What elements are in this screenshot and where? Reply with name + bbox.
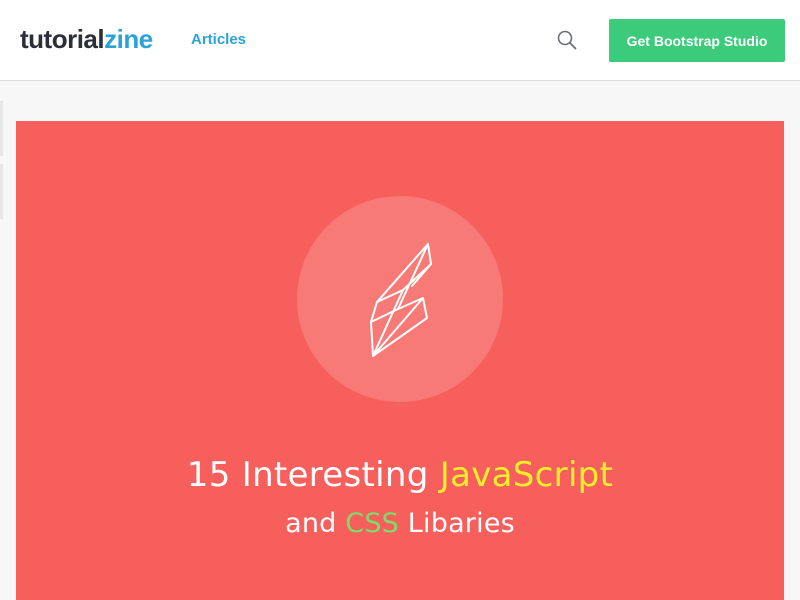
hero-title-highlight: JavaScript [439, 455, 614, 495]
search-icon[interactable] [556, 29, 578, 51]
side-edge-gap [0, 156, 3, 164]
get-bootstrap-studio-button[interactable]: Get Bootstrap Studio [609, 19, 785, 62]
logo-text-zine: zine [104, 24, 153, 54]
hero-banner[interactable]: 15 Interesting JavaScript and CSS Libari… [16, 121, 784, 600]
hero-subtitle-prefix: and [285, 508, 346, 539]
top-navbar: tutorialzine Articles Get Bootstrap Stud… [0, 0, 800, 81]
lightning-bolt-icon [365, 242, 435, 358]
logo-text-tutorial: tutorial [20, 24, 105, 54]
hero-subtitle: and CSS Libaries [16, 507, 784, 541]
hero-subtitle-highlight: CSS [345, 508, 399, 539]
nav-link-articles[interactable]: Articles [191, 30, 246, 50]
hero-title: 15 Interesting JavaScript [16, 455, 784, 495]
hero-subtitle-suffix: Libaries [399, 508, 515, 539]
site-logo[interactable]: tutorialzine [20, 24, 153, 54]
hero-title-prefix: 15 Interesting [186, 455, 440, 495]
